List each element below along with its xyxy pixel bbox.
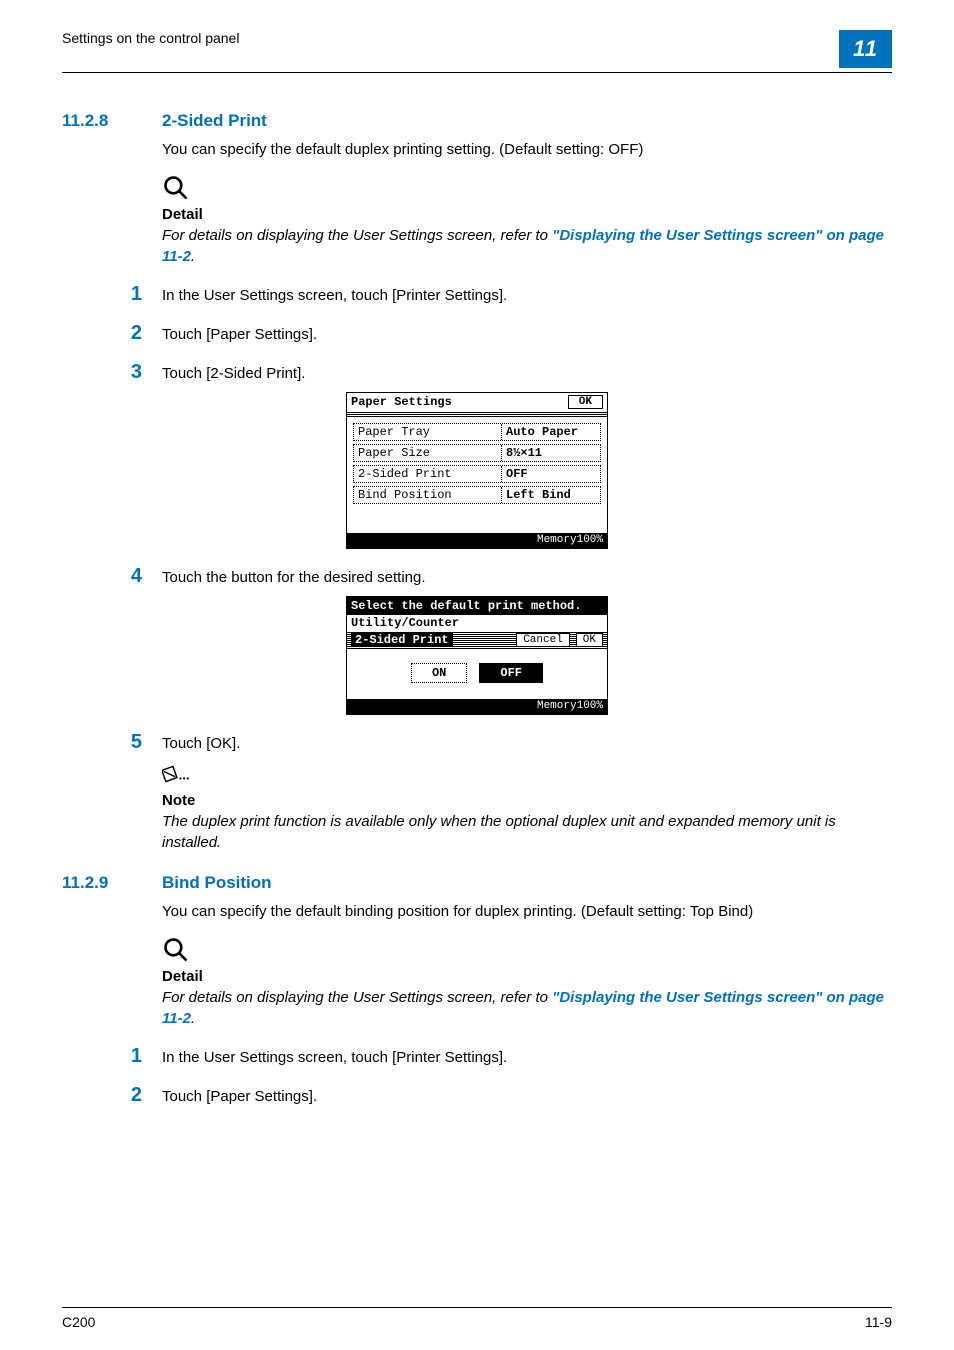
setting-label: Paper Size [354, 445, 502, 461]
setting-row-paper-size[interactable]: Paper Size 8½×11 [353, 444, 601, 462]
setting-label: Bind Position [354, 487, 502, 503]
pencil-note-icon [162, 760, 190, 788]
step: 4 Touch the button for the desired setti… [62, 565, 892, 588]
cancel-button[interactable]: Cancel [516, 633, 570, 647]
lcd-sub-title: 2-Sided Print [351, 633, 453, 647]
section-title: 2-Sided Print [162, 111, 267, 131]
lcd-2-sided-print: Select the default print method. Utility… [346, 596, 608, 715]
chapter-number-badge: 11 [839, 30, 892, 68]
step-number: 1 [62, 283, 142, 306]
setting-label: 2-Sided Print [354, 466, 502, 482]
on-button[interactable]: ON [411, 663, 467, 683]
detail-text-prefix: For details on displaying the User Setti… [162, 227, 552, 244]
step-number: 4 [62, 565, 142, 588]
detail-text-suffix: . [191, 1010, 195, 1027]
setting-value: Auto Paper [502, 424, 600, 440]
detail-text: For details on displaying the User Setti… [162, 225, 892, 267]
magnifier-icon [162, 174, 190, 202]
step-text: Touch [Paper Settings]. [162, 1088, 892, 1105]
off-button[interactable]: OFF [479, 663, 543, 683]
section-title: Bind Position [162, 873, 272, 893]
detail-text-prefix: For details on displaying the User Setti… [162, 989, 552, 1006]
step-number: 2 [62, 322, 142, 345]
lcd-paper-settings: Paper Settings OK Paper Tray Auto Paper … [346, 392, 608, 549]
note-callout: Note The duplex print function is availa… [162, 760, 892, 853]
step: 3 Touch [2-Sided Print]. [62, 361, 892, 384]
ok-button[interactable]: OK [568, 395, 603, 409]
note-label: Note [162, 792, 892, 809]
step-text: Touch [OK]. [162, 735, 892, 752]
step: 1 In the User Settings screen, touch [Pr… [62, 283, 892, 306]
detail-text-suffix: . [191, 248, 195, 265]
step: 2 Touch [Paper Settings]. [62, 322, 892, 345]
setting-label: Paper Tray [354, 424, 502, 440]
header-rule [62, 72, 892, 73]
step-text: Touch the button for the desired setting… [162, 569, 892, 586]
detail-callout: Detail For details on displaying the Use… [162, 174, 892, 267]
lcd-instruction: Select the default print method. [351, 599, 581, 613]
step: 5 Touch [OK]. [62, 731, 892, 754]
step-text: Touch [Paper Settings]. [162, 326, 892, 343]
step: 1 In the User Settings screen, touch [Pr… [62, 1045, 892, 1068]
detail-callout: Detail For details on displaying the Use… [162, 936, 892, 1029]
detail-label: Detail [162, 206, 892, 223]
page-footer: C200 11-9 [62, 1307, 892, 1330]
setting-row-bind-position[interactable]: Bind Position Left Bind [353, 486, 601, 504]
section-heading-2-sided-print: 11.2.8 2-Sided Print [62, 111, 892, 131]
footer-page-number: 11-9 [865, 1314, 892, 1330]
section-heading-bind-position: 11.2.9 Bind Position [62, 873, 892, 893]
setting-row-2-sided-print[interactable]: 2-Sided Print OFF [353, 465, 601, 483]
detail-text: For details on displaying the User Setti… [162, 987, 892, 1029]
step-text: In the User Settings screen, touch [Prin… [162, 1049, 892, 1066]
step-number: 3 [62, 361, 142, 384]
magnifier-icon [162, 936, 190, 964]
detail-label: Detail [162, 968, 892, 985]
section-intro: You can specify the default binding posi… [162, 901, 892, 922]
setting-value: 8½×11 [502, 445, 600, 461]
footer-model: C200 [62, 1314, 95, 1330]
section-number: 11.2.8 [62, 111, 132, 131]
step-number: 1 [62, 1045, 142, 1068]
step-number: 5 [62, 731, 142, 754]
breadcrumb: Utility/Counter [347, 615, 607, 631]
step: 2 Touch [Paper Settings]. [62, 1084, 892, 1107]
setting-value: Left Bind [502, 487, 600, 503]
memory-status: Memory100% [347, 533, 607, 548]
section-intro: You can specify the default duplex print… [162, 139, 892, 160]
memory-status: Memory100% [347, 699, 607, 714]
step-number: 2 [62, 1084, 142, 1107]
running-header: Settings on the control panel [62, 30, 239, 46]
lcd-title: Paper Settings [351, 395, 452, 409]
note-text: The duplex print function is available o… [162, 811, 892, 853]
step-text: Touch [2-Sided Print]. [162, 365, 892, 382]
ok-button[interactable]: OK [576, 633, 603, 647]
step-text: In the User Settings screen, touch [Prin… [162, 287, 892, 304]
section-number: 11.2.9 [62, 873, 132, 893]
setting-row-paper-tray[interactable]: Paper Tray Auto Paper [353, 423, 601, 441]
setting-value: OFF [502, 466, 600, 482]
